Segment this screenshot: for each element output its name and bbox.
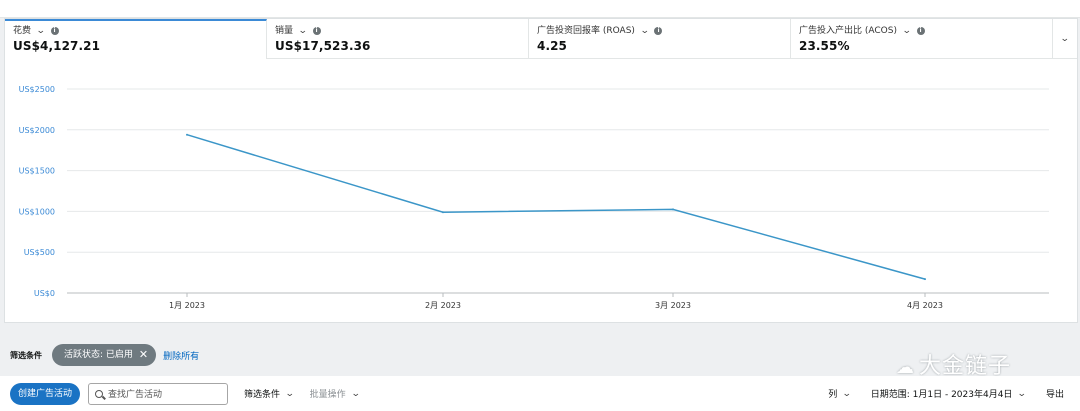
date-range-label: 日期范围: 1月1日 - 2023年4月4日: [870, 390, 1013, 400]
filter-dropdown-label: 筛选条件: [244, 390, 281, 400]
search-placeholder: 查找广告活动: [108, 390, 163, 400]
y-axis: US$0 US$500 US$1000 US$1500 US$2000 US$2500: [19, 85, 55, 298]
create-campaign-button[interactable]: 创建广告活动: [10, 382, 81, 405]
spend-line-chart: US$0 US$500 US$1000 US$1500 US$2000 US$2500 1…: [19, 85, 1049, 310]
info-icon[interactable]: i: [312, 27, 321, 35]
expand-metrics-button[interactable]: ⌄: [1053, 19, 1077, 59]
campaign-toolbar: 创建广告活动 查找广告活动 筛选条件 ⌄ 批量操作 ⌄ 列 ⌄ 日期范围: 1月…: [0, 376, 1080, 411]
metric-label: 广告投入产出比 (ACOS): [799, 26, 897, 36]
chevron-down-icon[interactable]: ⌄: [640, 25, 650, 37]
data-point[interactable]: [186, 133, 188, 136]
columns-dropdown[interactable]: 列 ⌄: [828, 387, 852, 401]
metric-value: 4.25: [537, 39, 568, 53]
performance-panel: 花费 ⌄ i US$4,127.21 销量 ⌄ i US$17,523.36 广…: [4, 18, 1078, 323]
metric-tab-roas[interactable]: 广告投资回报率 (ROAS) ⌄ i 4.25: [529, 19, 791, 59]
data-point[interactable]: [672, 208, 674, 211]
clear-all-filters-link[interactable]: 删除所有: [163, 349, 199, 362]
info-icon[interactable]: i: [654, 27, 663, 35]
filter-dropdown[interactable]: 筛选条件 ⌄: [244, 387, 295, 401]
filter-title: 筛选条件: [10, 350, 42, 360]
data-point[interactable]: [442, 211, 444, 214]
x-axis: 1月 2023 2月 2023 3月 2023 4月 2023: [169, 293, 943, 310]
date-range-picker[interactable]: 日期范围: 1月1日 - 2023年4月4日 ⌄: [870, 387, 1028, 401]
metric-value: US$17,523.36: [275, 39, 371, 53]
active-filter-label: 活跃状态: 已启用: [64, 350, 133, 360]
x-tick-label: 3月 2023: [655, 301, 691, 310]
chevron-down-icon: ⌄: [842, 388, 852, 399]
bulk-actions-dropdown[interactable]: 批量操作 ⌄: [309, 387, 361, 401]
series-line: [186, 133, 926, 280]
y-tick-label: US$2500: [19, 85, 55, 94]
columns-label: 列: [828, 390, 838, 400]
y-tick-label: US$1000: [19, 207, 55, 216]
close-icon[interactable]: ✕: [139, 344, 148, 366]
chevron-down-icon: ⌄: [1017, 388, 1028, 399]
chart-series: [186, 133, 926, 281]
metric-value: US$4,127.21: [13, 39, 101, 53]
y-tick-label: US$1500: [19, 167, 55, 176]
search-campaign-input[interactable]: 查找广告活动: [88, 382, 229, 405]
chevron-down-icon[interactable]: ⌄: [36, 25, 46, 37]
bulk-actions-label: 批量操作: [309, 390, 346, 400]
metric-label: 广告投资回报率 (ROAS): [537, 26, 635, 36]
data-point[interactable]: [924, 278, 926, 281]
toolbar-right: 列 ⌄ 日期范围: 1月1日 - 2023年4月4日 ⌄ 导出: [808, 376, 1064, 411]
info-icon[interactable]: i: [916, 27, 925, 35]
chevron-down-icon: ⌄: [350, 388, 361, 399]
metric-tabs: 花费 ⌄ i US$4,127.21 销量 ⌄ i US$17,523.36 广…: [5, 19, 1077, 59]
search-icon: [95, 389, 104, 398]
metric-tab-acos[interactable]: 广告投入产出比 (ACOS) ⌄ i 23.55%: [791, 19, 1053, 59]
metric-tab-spend[interactable]: 花费 ⌄ i US$4,127.21: [5, 19, 267, 59]
chevron-down-icon: ⌄: [1060, 33, 1070, 44]
metric-tab-sales[interactable]: 销量 ⌄ i US$17,523.36: [267, 19, 529, 59]
chart-grid: [67, 88, 1049, 294]
metric-label: 花费: [13, 26, 32, 36]
info-icon[interactable]: i: [50, 27, 59, 35]
wechat-icon: ☁: [896, 357, 915, 378]
x-tick-label: 2月 2023: [425, 301, 461, 310]
chevron-down-icon[interactable]: ⌄: [298, 25, 308, 37]
y-tick-label: US$500: [24, 248, 55, 257]
metric-label: 销量: [275, 26, 294, 36]
y-tick-label: US$2000: [19, 126, 55, 135]
x-tick-label: 4月 2023: [907, 301, 943, 310]
chevron-down-icon[interactable]: ⌄: [902, 25, 912, 37]
active-filter-chip[interactable]: 活跃状态: 已启用 ✕: [52, 344, 157, 366]
y-tick-label: US$0: [34, 289, 55, 298]
export-button[interactable]: 导出: [1046, 387, 1064, 400]
x-tick-label: 1月 2023: [169, 301, 205, 310]
top-strip: [0, 0, 1080, 18]
chevron-down-icon: ⌄: [284, 388, 295, 399]
metric-value: 23.55%: [799, 39, 850, 53]
